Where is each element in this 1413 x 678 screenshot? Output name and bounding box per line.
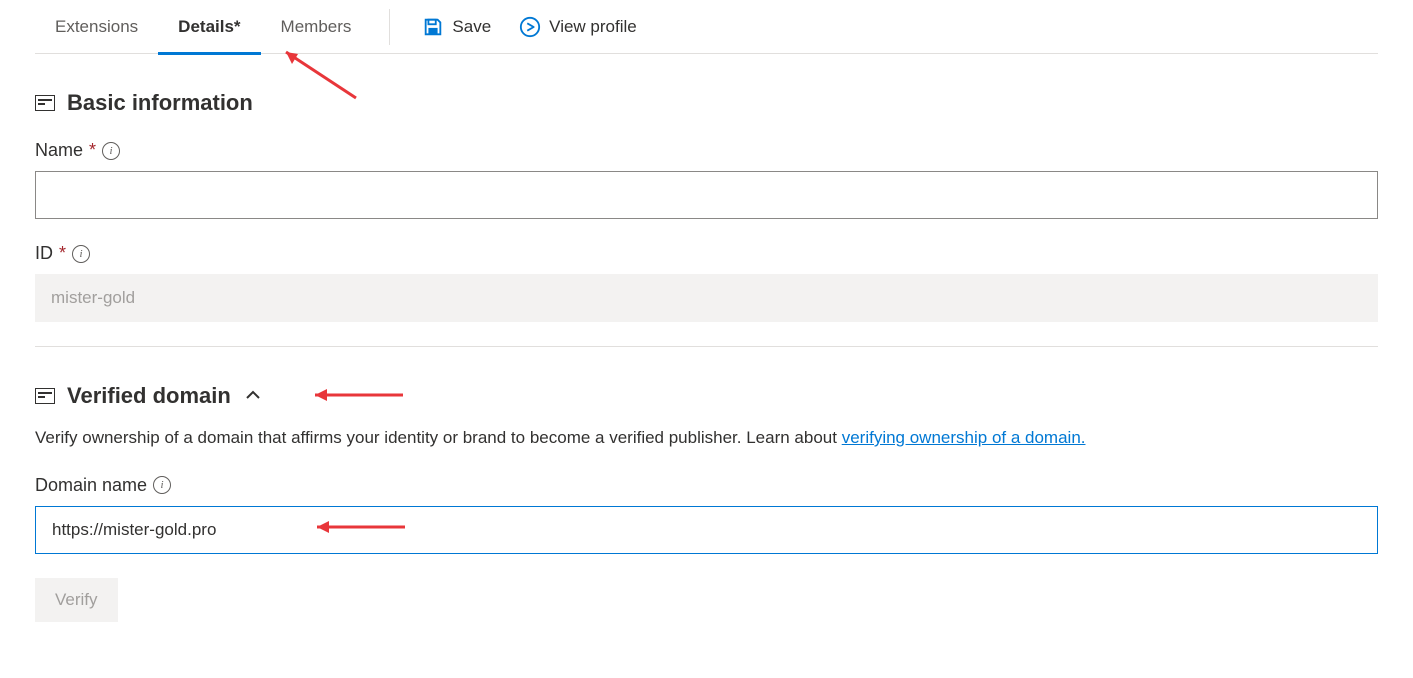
chevron-up-icon[interactable]: [243, 385, 263, 408]
annotation-arrow-2: [303, 385, 413, 405]
id-label: ID: [35, 243, 53, 264]
domain-name-input[interactable]: [35, 506, 1378, 554]
view-profile-button[interactable]: View profile: [505, 16, 651, 38]
name-label: Name: [35, 140, 83, 161]
section-title-basic-info: Basic information: [67, 90, 253, 116]
required-indicator: *: [59, 243, 66, 264]
info-icon[interactable]: i: [72, 245, 90, 263]
view-profile-label: View profile: [549, 17, 637, 37]
verifying-ownership-link[interactable]: verifying ownership of a domain.: [842, 428, 1086, 447]
save-icon: [422, 16, 444, 38]
form-icon: [35, 95, 55, 111]
id-input: [35, 274, 1378, 322]
tab-divider: [389, 9, 390, 45]
section-title-verified-domain: Verified domain: [67, 383, 231, 409]
tabs-bar: Extensions Details* Members Save View p: [35, 0, 1378, 54]
save-button[interactable]: Save: [408, 16, 505, 38]
view-profile-icon: [519, 16, 541, 38]
verified-domain-description: Verify ownership of a domain that affirm…: [35, 425, 1378, 451]
section-basic-info: Basic information Name * i ID * i: [35, 90, 1378, 322]
required-indicator: *: [89, 140, 96, 161]
info-icon[interactable]: i: [102, 142, 120, 160]
verify-button: Verify: [35, 578, 118, 622]
section-divider: [35, 346, 1378, 347]
name-input[interactable]: [35, 171, 1378, 219]
info-icon[interactable]: i: [153, 476, 171, 494]
section-verified-domain: Verified domain Verify ownership of a do…: [35, 383, 1378, 622]
save-button-label: Save: [452, 17, 491, 37]
tab-members[interactable]: Members: [261, 0, 372, 54]
tab-details[interactable]: Details*: [158, 0, 260, 54]
tab-extensions[interactable]: Extensions: [35, 0, 158, 54]
form-icon: [35, 388, 55, 404]
domain-name-label: Domain name: [35, 475, 147, 496]
